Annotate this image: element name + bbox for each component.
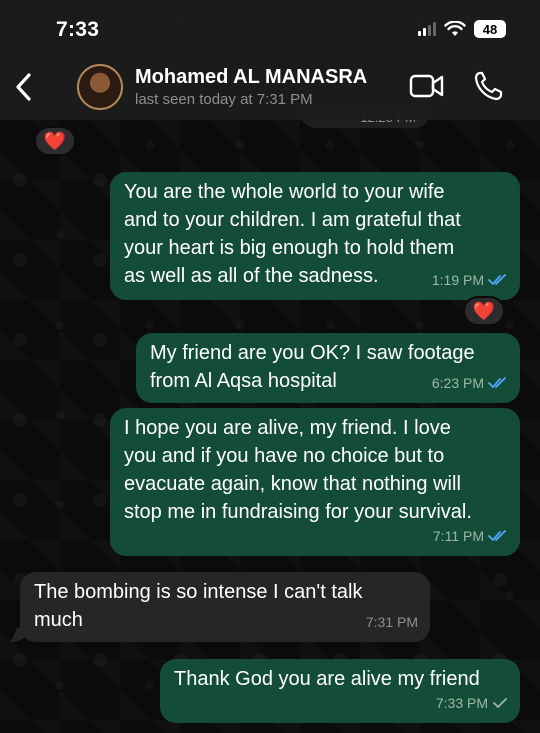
message-meta: 7:33 PM bbox=[436, 689, 508, 717]
message-text: I hope you are alive, my friend. I love … bbox=[124, 417, 472, 523]
single-check-sent-icon bbox=[493, 698, 507, 708]
message-time: 7:33 PM bbox=[435, 695, 488, 711]
message-time: 1:19 PM bbox=[431, 272, 484, 288]
reaction-heart[interactable]: ❤️ bbox=[463, 296, 505, 326]
status-bar-icons: 48 bbox=[418, 20, 506, 38]
message-text: The bombing is so intense I can't talk m… bbox=[34, 581, 363, 631]
status-bar-time: 7:33 bbox=[56, 18, 100, 41]
wifi-icon bbox=[444, 21, 466, 36]
outgoing-message-bubble[interactable]: You are the whole world to your wife and… bbox=[110, 172, 520, 300]
back-chevron-icon[interactable] bbox=[14, 72, 34, 102]
cellular-signal-icon bbox=[418, 22, 436, 36]
reaction-heart[interactable]: ❤️ bbox=[34, 126, 76, 156]
phone-call-icon[interactable] bbox=[473, 70, 503, 102]
outgoing-message-bubble[interactable]: Thank God you are alive my friend 7:33 P… bbox=[160, 659, 520, 723]
outgoing-message-bubble[interactable]: I hope you are alive, my friend. I love … bbox=[110, 408, 520, 556]
double-check-read-icon bbox=[488, 274, 506, 285]
message-time: 6:23 PM bbox=[431, 375, 484, 391]
message-meta: 7:11 PM bbox=[433, 522, 508, 550]
message-time: 7:11 PM bbox=[432, 528, 484, 544]
contact-avatar[interactable] bbox=[77, 64, 123, 110]
message-meta: 7:31 PM bbox=[366, 608, 418, 636]
heart-icon: ❤️ bbox=[43, 130, 67, 151]
battery-indicator: 48 bbox=[474, 20, 506, 38]
contact-name[interactable]: Mohamed AL MANASRA bbox=[135, 66, 367, 89]
chat-header: 7:33 48 Mohamed AL MANASRA last seen tod… bbox=[0, 0, 540, 120]
outgoing-message-bubble[interactable]: My friend are you OK? I saw footage from… bbox=[136, 333, 520, 403]
message-meta: 1:19 PM bbox=[432, 266, 508, 294]
message-time: 7:31 PM bbox=[365, 614, 418, 630]
double-check-read-icon bbox=[488, 377, 506, 388]
incoming-message-bubble[interactable]: The bombing is so intense I can't talk m… bbox=[10, 572, 430, 642]
message-meta: 6:23 PM bbox=[432, 369, 508, 397]
video-call-icon[interactable] bbox=[409, 72, 445, 100]
double-check-read-icon bbox=[488, 530, 506, 541]
heart-icon: ❤️ bbox=[472, 300, 496, 321]
contact-last-seen: last seen today at 7:31 PM bbox=[135, 91, 313, 108]
